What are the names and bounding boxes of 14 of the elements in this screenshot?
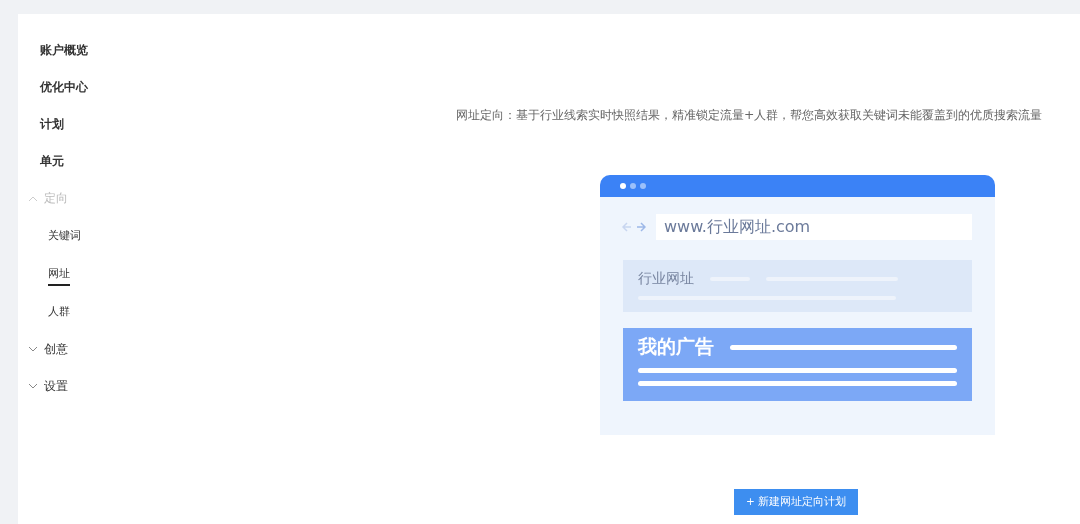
- sidebar-item[interactable]: 计划: [18, 106, 120, 143]
- sidebar-subitem[interactable]: 人群: [48, 300, 70, 324]
- sidebar-item[interactable]: 账户概览: [18, 32, 120, 69]
- ad-title: 我的广告: [638, 334, 714, 359]
- sidebar-group[interactable]: 创意: [18, 331, 120, 368]
- nav-arrows-icon: [622, 222, 646, 232]
- address-bar: www.行业网址.com: [656, 214, 972, 240]
- sidebar-item[interactable]: 优化中心: [18, 69, 120, 106]
- description-text: 网址定向：基于行业线索实时快照结果，精准锁定流量+人群，帮您高效获取关键词未能覆盖到的优质搜索流量: [456, 107, 1043, 124]
- sidebar-group[interactable]: 设置: [18, 368, 120, 405]
- sidebar-subitem[interactable]: 关键词: [48, 224, 81, 248]
- sidebar-item[interactable]: 单元: [18, 143, 120, 180]
- sidebar-subitem[interactable]: 网址: [48, 262, 70, 286]
- result-title: 行业网址: [638, 270, 694, 288]
